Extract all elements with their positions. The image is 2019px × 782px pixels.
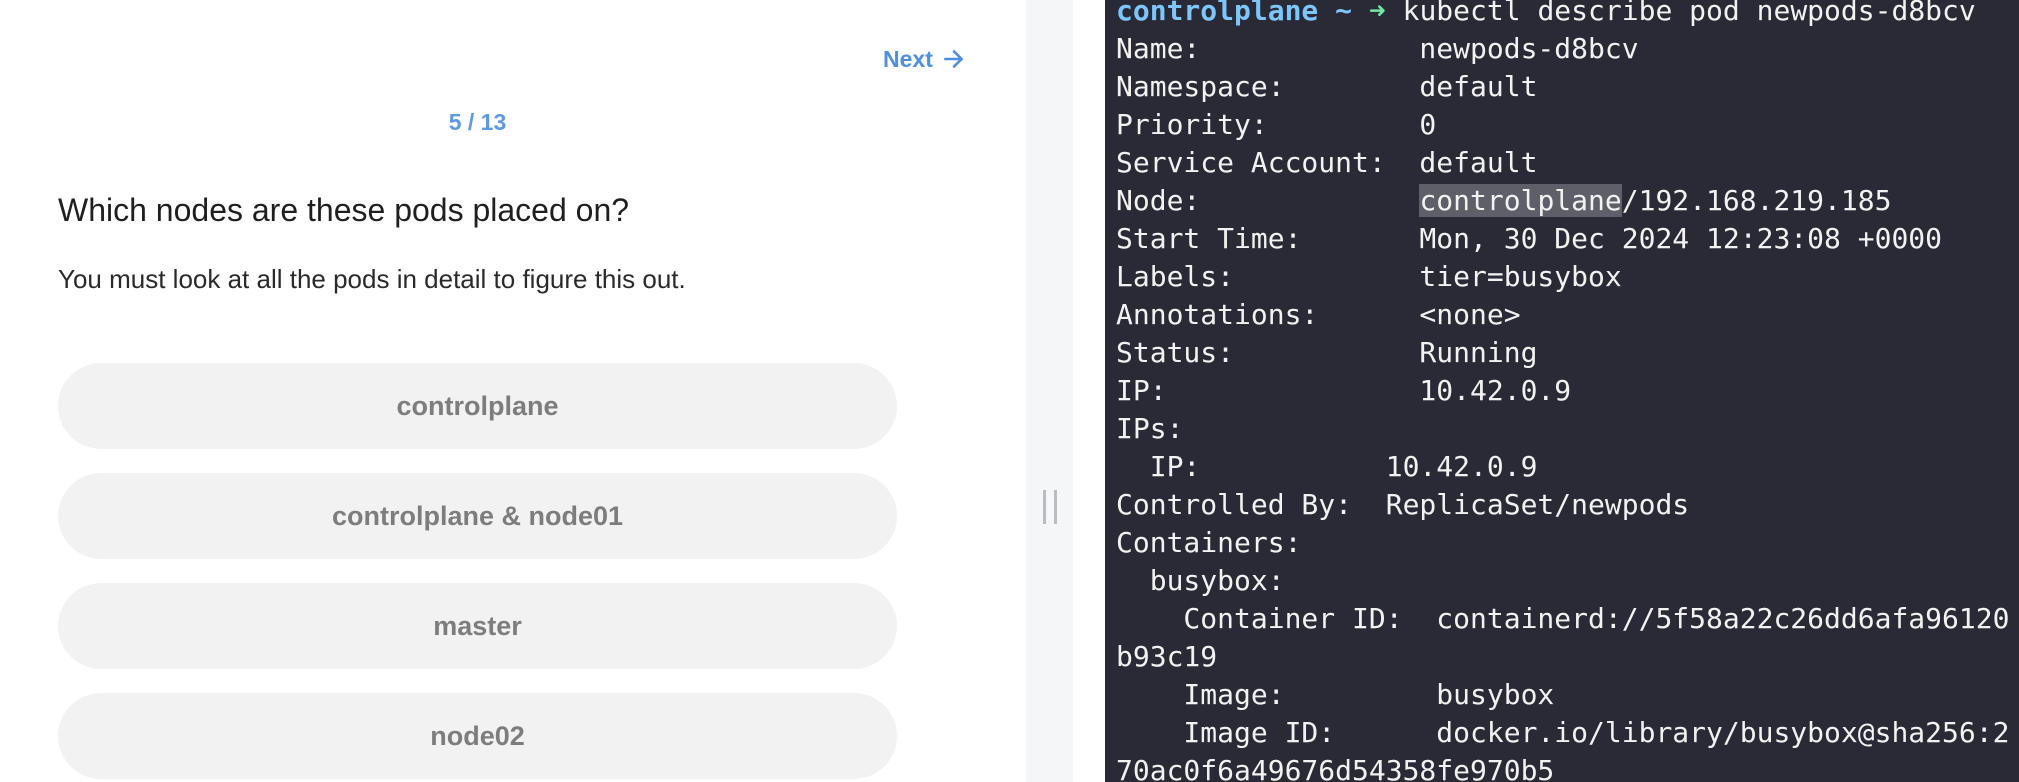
terminal-line: Containers: (1116, 526, 1302, 559)
resize-handle[interactable] (1043, 490, 1057, 524)
terminal-line: Name: newpods-d8bcv (1116, 32, 1639, 65)
terminal-line: IP: 10.42.0.9 (1116, 374, 1572, 407)
terminal-line: 70ac0f6a49676d54358fe970b5 (1116, 754, 1555, 782)
next-button-label: Next (883, 45, 933, 72)
prompt-arrow-icon: ➜ (1368, 0, 1386, 27)
question-progress: 5 / 13 (448, 109, 507, 135)
terminal-line: Start Time: Mon, 30 Dec 2024 12:23:08 +0… (1116, 222, 1943, 255)
option-node02[interactable]: node02 (58, 693, 897, 779)
terminal-node-line: Node: controlplane/192.168.219.185 (1116, 184, 1891, 217)
option-controlplane-and-node01[interactable]: controlplane & node01 (58, 473, 897, 559)
node-label: Node: (1116, 184, 1420, 217)
prompt-command: kubectl describe pod newpods-d8bcv (1402, 0, 1976, 27)
option-master[interactable]: master (58, 583, 897, 669)
question-hint: You must look at all the pods in detail … (58, 264, 686, 294)
terminal-line: busybox: (1116, 564, 1285, 597)
terminal-line: Container ID: containerd://5f58a22c26dd6… (1116, 602, 2010, 635)
terminal-line: Labels: tier=busybox (1116, 260, 1622, 293)
terminal-prompt-line: controlplane ~ ➜ kubectl describe pod ne… (1116, 0, 1976, 27)
terminal-line: b93c19 (1116, 640, 1218, 673)
prompt-host: controlplane ~ (1116, 0, 1353, 27)
arrow-right-icon (943, 50, 963, 68)
grip-bar (1054, 490, 1057, 524)
question-title: Which nodes are these pods placed on? (58, 192, 630, 228)
terminal-line: Annotations: <none> (1116, 298, 1521, 331)
terminal-line: IP: 10.42.0.9 (1116, 450, 1538, 483)
terminal-line: Image: busybox (1116, 678, 1555, 711)
terminal-line: Image ID: docker.io/library/busybox@sha2… (1116, 716, 2010, 749)
terminal-line: Priority: 0 (1116, 108, 1437, 141)
selected-text[interactable]: controlplane (1419, 184, 1622, 217)
node-ip: /192.168.219.185 (1621, 184, 1892, 217)
quiz-panel: Next 5 / 13 Which nodes are these pods p… (0, 0, 1026, 782)
terminal-line: Service Account: default (1116, 146, 1538, 179)
terminal-line: Status: Running (1116, 336, 1538, 369)
terminal-line: Namespace: default (1116, 70, 1538, 103)
terminal-line: IPs: (1116, 412, 1184, 445)
grip-bar (1043, 490, 1046, 524)
option-controlplane[interactable]: controlplane (58, 363, 897, 449)
terminal-line: Controlled By: ReplicaSet/newpods (1116, 488, 1690, 521)
next-button[interactable]: Next (883, 44, 967, 74)
terminal[interactable]: controlplane ~ ➜ kubectl describe pod ne… (1105, 0, 2019, 782)
panel-divider (1026, 0, 1073, 782)
